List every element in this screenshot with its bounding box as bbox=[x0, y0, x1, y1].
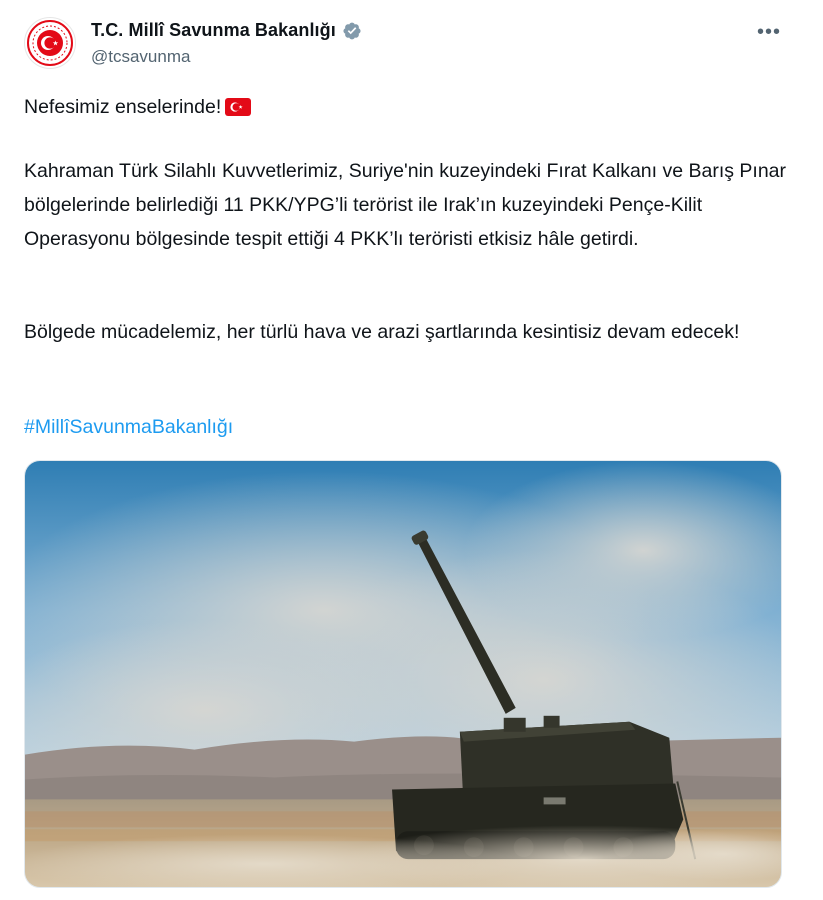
tweet-card: T.C. Millî Savunma Bakanlığı @tcsavunma … bbox=[0, 0, 823, 900]
howitzer-photo bbox=[25, 461, 781, 887]
tweet-text-headline: Nefesimiz enselerinde! bbox=[24, 96, 222, 118]
author-name-row: T.C. Millî Savunma Bakanlığı bbox=[91, 20, 362, 41]
hashtag-link[interactable]: #MillîSavunmaBakanlığı bbox=[24, 410, 233, 444]
turkey-flag-icon bbox=[225, 98, 252, 116]
author-handle[interactable]: @tcsavunma bbox=[91, 47, 190, 67]
ministry-emblem-icon bbox=[27, 20, 73, 66]
author-display-name[interactable]: T.C. Millî Savunma Bakanlığı bbox=[91, 20, 336, 41]
avatar[interactable] bbox=[24, 17, 76, 69]
tweet-paragraph-3: Bölgede mücadelemiz, her türlü hava ve a… bbox=[24, 321, 740, 343]
tweet-paragraph-2: Kahraman Türk Silahlı Kuvvetlerimiz, Sur… bbox=[24, 160, 787, 250]
more-glyph: ••• bbox=[756, 20, 781, 43]
tweet-media-image[interactable] bbox=[24, 460, 782, 888]
more-options-icon[interactable]: ••• bbox=[751, 14, 787, 50]
tweet-line-1: Nefesimiz enselerinde! bbox=[24, 90, 794, 124]
verified-badge-icon bbox=[342, 21, 362, 41]
